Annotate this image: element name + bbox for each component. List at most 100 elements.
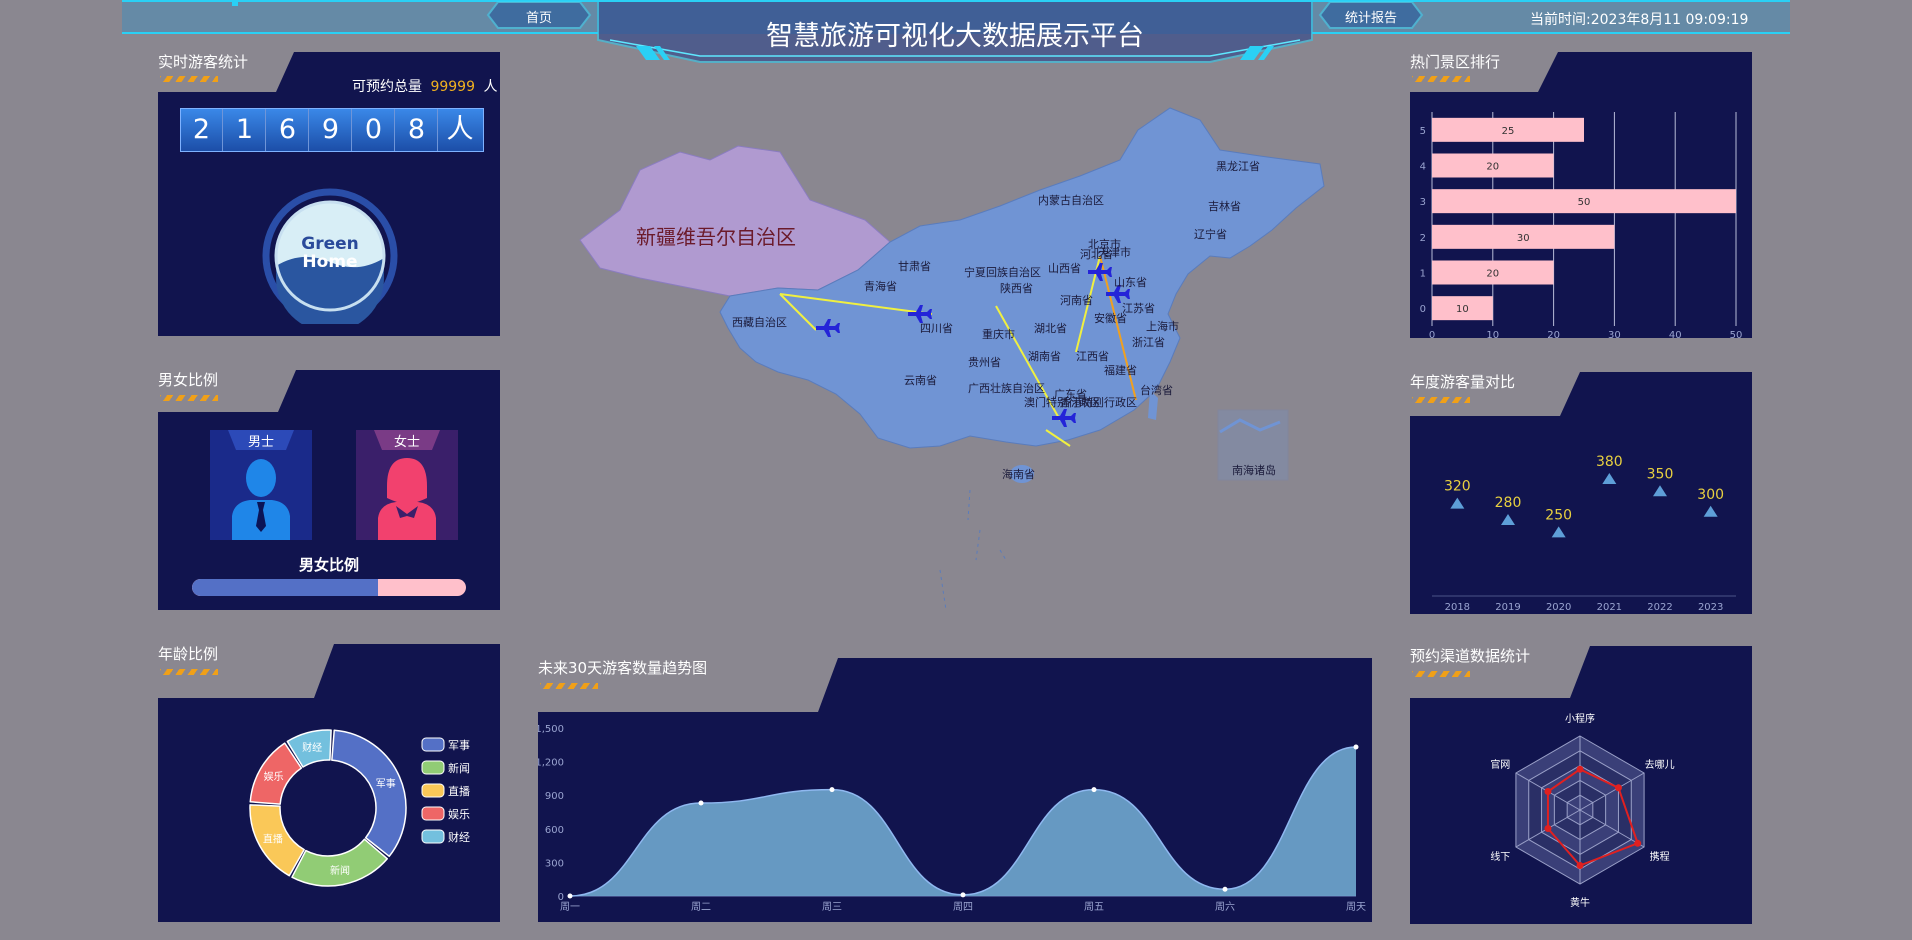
age-title: 年龄比例	[158, 645, 219, 663]
logo-text-line1: Green	[301, 234, 359, 254]
annual-xtick-label: 2018	[1445, 602, 1470, 613]
annual-xtick-label: 2020	[1546, 602, 1571, 613]
donut-slice-label: 军事	[376, 777, 396, 790]
map-inset-label: 南海诸岛	[1232, 463, 1276, 477]
clock: 当前时间:2023年8月11 09:09:19	[1530, 9, 1748, 29]
hot-ytick-label: 2	[1420, 233, 1426, 244]
hot-ytick-label: 5	[1420, 126, 1426, 137]
trend-point	[960, 892, 966, 898]
trend-ytick-label: 600	[545, 825, 564, 836]
trend-ytick-label: 300	[545, 858, 564, 869]
reservable-total: 可预约总量 99999 人	[352, 76, 497, 96]
hot-ytick-label: 4	[1420, 162, 1426, 173]
visitors-title: 实时游客统计	[158, 53, 249, 71]
legend-swatch	[421, 760, 445, 775]
visitor-counter: 2 1 6 9 0 8 人	[180, 108, 484, 152]
map-label-province: 澳门特别行政区	[1024, 395, 1101, 409]
gender-title: 男女比例	[158, 371, 219, 389]
legend-swatch	[421, 783, 445, 798]
annual-value-label: 250	[1545, 507, 1572, 523]
radar-indicator-label: 去哪儿	[1645, 759, 1675, 771]
map-label-province: 云南省	[904, 374, 937, 387]
radar-point	[1634, 839, 1642, 847]
clock-value: 2023年8月11 09:09:19	[1590, 12, 1749, 28]
annual-marker	[1501, 514, 1515, 526]
map-label-province: 贵州省	[968, 356, 1001, 369]
annual-title: 年度游客量对比	[1410, 373, 1516, 391]
map-label-province: 山西省	[1048, 262, 1081, 275]
page-title: 智慧旅游可视化大数据展示平台	[766, 21, 1144, 52]
trend-point	[1222, 886, 1228, 892]
hot-xtick-label: 30	[1608, 330, 1621, 338]
hot-xtick-label: 20	[1547, 330, 1560, 338]
map-label-province: 浙江省	[1132, 336, 1165, 349]
reservable-label: 可预约总量	[352, 79, 422, 95]
counter-digit: 9	[310, 109, 352, 151]
map-label-province: 河南省	[1060, 294, 1093, 307]
gender-ratio-male-fill	[192, 579, 379, 596]
map-label-province: 辽宁省	[1194, 227, 1227, 241]
legend-swatch	[421, 737, 445, 752]
radar-indicator-label: 线下	[1490, 850, 1510, 863]
map-label-province: 青海省	[864, 279, 897, 293]
report-tab[interactable]: 统计报告	[1318, 0, 1424, 30]
annual-xtick-label: 2023	[1698, 602, 1723, 613]
hot-bar-value: 10	[1456, 304, 1469, 315]
home-tab[interactable]: 首页	[486, 0, 592, 30]
hot-xtick-label: 10	[1486, 330, 1499, 338]
gender-ratio-label: 男女比例	[298, 556, 359, 574]
donut-slice	[291, 838, 388, 887]
female-card[interactable]: 女士	[356, 430, 458, 540]
reservable-value: 99999	[430, 79, 475, 95]
male-icon	[232, 459, 290, 540]
map-label-province: 江西省	[1076, 350, 1109, 363]
male-card[interactable]: 男士	[210, 430, 312, 540]
legend-label: 新闻	[448, 761, 470, 775]
map-label-province: 湖北省	[1034, 322, 1067, 335]
trend-point	[1091, 787, 1097, 793]
visitors-title-stripes	[160, 76, 218, 82]
annual-scatter-chart: 320 2018 280 2019 250 2020 380 2021 350 2022 300 20…	[1432, 454, 1736, 613]
map-label-province: 山东省	[1114, 276, 1147, 289]
hot-bar-chart: 0 10 20 30 40 50 10 0 20 1 30 2 50 3 20 4 25 5	[1420, 112, 1742, 338]
trend-xtick-label: 周四	[953, 901, 973, 913]
channel-radar-chart: 小程序去哪儿携程黄牛 线下 官网	[1490, 712, 1675, 909]
hot-title-stripes	[1412, 76, 1470, 82]
trend-area	[570, 747, 1356, 896]
hot-bar-value: 30	[1517, 233, 1530, 244]
gender-ratio-bar	[192, 579, 466, 596]
annual-marker	[1703, 505, 1718, 517]
radar-indicator-label: 官网	[1490, 758, 1510, 771]
map-label-province: 湖南省	[1028, 350, 1061, 363]
radar-indicator-label: 小程序	[1565, 712, 1595, 725]
map-label-province: 四川省	[920, 322, 953, 335]
channel-title-stripes	[1412, 671, 1470, 677]
trend-xtick-label: 周五	[1084, 901, 1104, 913]
donut-slice-label: 新闻	[330, 864, 350, 877]
female-label: 女士	[393, 435, 420, 450]
reservable-unit: 人	[483, 79, 498, 95]
map-label-province: 宁夏回族自治区	[964, 265, 1041, 279]
channel-title: 预约渠道数据统计	[1410, 647, 1531, 665]
trend-area-chart: 03006009001,2001,500周一 周二 周三 周四 周五 周六 周天	[538, 724, 1366, 913]
donut-slice-label: 财经	[302, 741, 322, 754]
map-label-province: 甘肃省	[898, 260, 931, 273]
map-label-province: 黑龙江省	[1216, 160, 1260, 173]
annual-value-label: 350	[1647, 466, 1674, 482]
hot-ytick-label: 1	[1420, 269, 1426, 280]
trend-xtick-label: 周六	[1215, 901, 1235, 913]
trend-xtick-label: 周天	[1346, 901, 1366, 913]
gender-title-stripes	[160, 395, 218, 401]
radar-indicator-label: 黄牛	[1570, 896, 1590, 909]
trend-title: 未来30天游客数量趋势图	[538, 659, 708, 677]
hot-bar-value: 20	[1486, 269, 1499, 280]
annual-xtick-label: 2019	[1495, 602, 1520, 613]
trend-point	[567, 893, 573, 899]
annual-value-label: 300	[1697, 487, 1724, 503]
counter-digit: 2	[181, 109, 223, 151]
xinjiang-region	[579, 145, 891, 297]
hot-bar-value: 50	[1578, 197, 1591, 208]
age-donut-chart: 军事新闻直播娱乐财经 军事新闻直播娱乐财经	[249, 729, 470, 887]
counter-unit: 人	[446, 114, 474, 145]
green-home-logo: Green Home	[262, 188, 398, 324]
